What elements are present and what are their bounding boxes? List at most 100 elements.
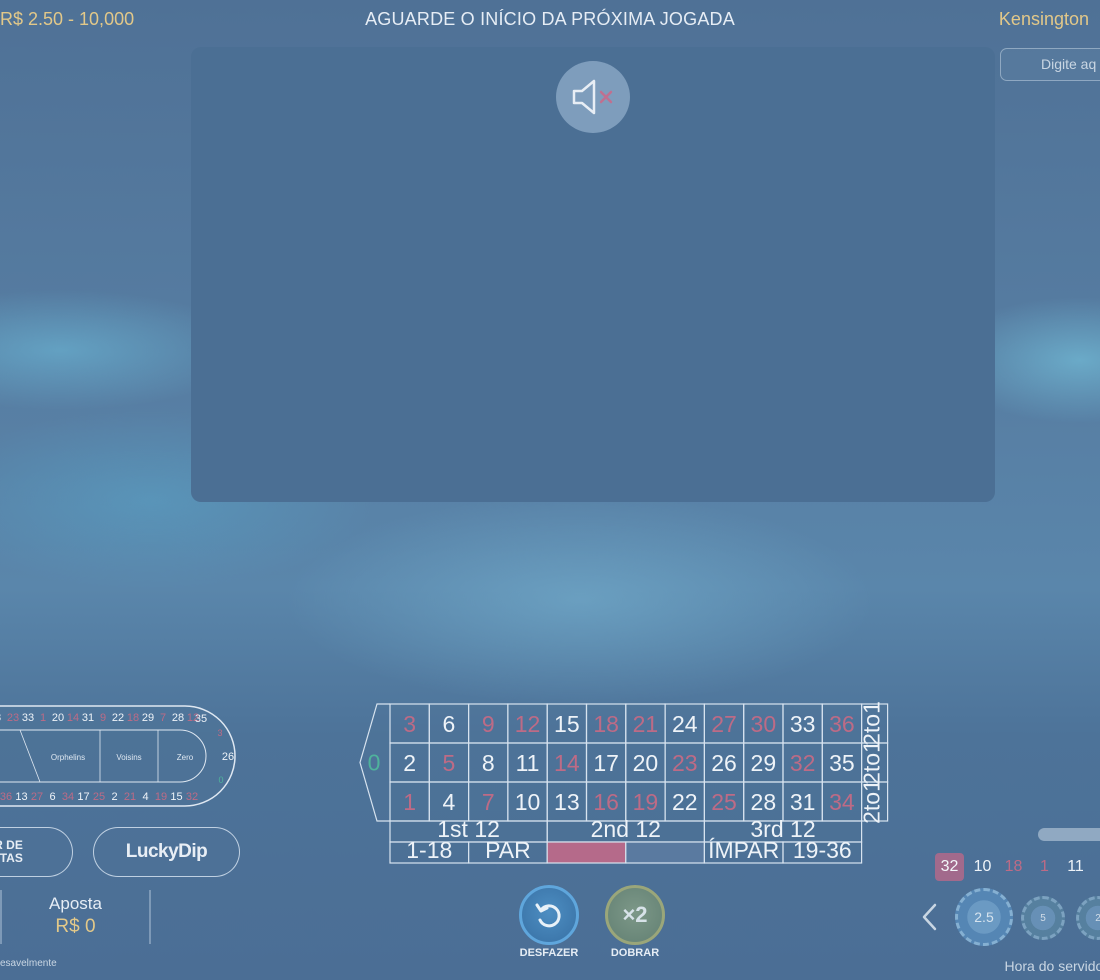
table-number[interactable]: 0: [368, 750, 381, 776]
table-number[interactable]: 2: [403, 750, 416, 776]
table-number[interactable]: 5: [443, 750, 456, 776]
table-number[interactable]: 15: [554, 711, 580, 737]
table-number[interactable]: 34: [829, 789, 855, 815]
table-number[interactable]: 36: [829, 711, 855, 737]
racetrack-number[interactable]: 0: [218, 775, 223, 785]
chip-5[interactable]: 5: [1021, 896, 1065, 940]
racetrack-number[interactable]: 18: [127, 712, 139, 724]
table-number[interactable]: 9: [482, 711, 495, 737]
racetrack-number[interactable]: 22: [112, 712, 124, 724]
racetrack-number[interactable]: 31: [82, 712, 94, 724]
table-number[interactable]: 23: [672, 750, 698, 776]
racetrack-number[interactable]: 14: [67, 712, 79, 724]
column-bet-label[interactable]: 2to1: [859, 740, 885, 785]
table-number[interactable]: 16: [593, 789, 619, 815]
table-number[interactable]: 4: [443, 789, 456, 815]
racetrack-section[interactable]: Zero: [177, 753, 194, 762]
table-number[interactable]: 13: [554, 789, 580, 815]
racetrack-number[interactable]: 28: [172, 712, 184, 724]
race-button[interactable]: DOR DE TAS: [0, 827, 73, 877]
table-number[interactable]: 10: [515, 789, 541, 815]
racetrack-number[interactable]: 35: [195, 713, 207, 725]
table-number[interactable]: 1: [403, 789, 416, 815]
mute-button[interactable]: [556, 61, 630, 133]
luckydip-button[interactable]: LuckyDip: [93, 827, 240, 877]
racetrack-number[interactable]: 3: [217, 728, 222, 738]
racetrack-number[interactable]: 34: [62, 791, 74, 803]
racetrack-number[interactable]: 15: [170, 791, 182, 803]
table-number[interactable]: 26: [711, 750, 737, 776]
racetrack-section[interactable]: Voisins: [116, 753, 141, 762]
table-number[interactable]: 29: [751, 750, 777, 776]
racetrack-number[interactable]: 27: [31, 791, 43, 803]
racetrack-number[interactable]: 6: [49, 791, 55, 803]
table-number[interactable]: 33: [790, 711, 816, 737]
racetrack-number[interactable]: 8: [0, 712, 1, 724]
column-bet-label[interactable]: 2to1: [859, 702, 885, 746]
table-number[interactable]: 28: [751, 789, 777, 815]
table-number[interactable]: 17: [593, 750, 619, 776]
racetrack-number[interactable]: 2: [111, 791, 117, 803]
black-bet-cell[interactable]: [625, 841, 705, 864]
undo-button[interactable]: [519, 885, 579, 945]
responsible-gaming-note[interactable]: esavelmente: [0, 958, 57, 969]
table-number[interactable]: 31: [790, 789, 816, 815]
table-number[interactable]: 21: [633, 711, 659, 737]
table-number[interactable]: 35: [829, 750, 855, 776]
dozen-label[interactable]: 2nd 12: [591, 816, 661, 842]
table-number[interactable]: 25: [711, 789, 737, 815]
racetrack-number[interactable]: 25: [93, 791, 105, 803]
table-name: Kensington: [998, 9, 1089, 29]
racetrack-number[interactable]: 26: [222, 751, 234, 763]
red-bet-cell[interactable]: [546, 841, 627, 864]
table-number[interactable]: 20: [633, 750, 659, 776]
table-number[interactable]: 11: [516, 750, 540, 776]
racetrack-number[interactable]: 32: [186, 791, 198, 803]
racetrack-number[interactable]: 9: [100, 712, 106, 724]
table-number[interactable]: 30: [751, 711, 777, 737]
outside-bet-label[interactable]: PAR: [485, 837, 531, 863]
double-button[interactable]: ×2: [605, 885, 665, 945]
outside-bet-label[interactable]: ÍMPAR: [708, 837, 779, 863]
racetrack-section[interactable]: Orphelins: [51, 753, 85, 762]
table-number[interactable]: 8: [482, 750, 495, 776]
history-result: 10: [973, 858, 992, 875]
chevron-left-icon[interactable]: [918, 902, 942, 932]
racetrack-number[interactable]: 33: [22, 712, 34, 724]
outside-bet-label[interactable]: 19-36: [793, 837, 852, 863]
racetrack-number[interactable]: 23: [7, 712, 19, 724]
racetrack-number[interactable]: 17: [77, 791, 89, 803]
table-number[interactable]: 7: [482, 789, 495, 815]
server-time: Hora do servidor: [1004, 958, 1100, 974]
table-number[interactable]: 19: [633, 789, 659, 815]
table-number[interactable]: 6: [443, 711, 456, 737]
racetrack-number[interactable]: 1: [40, 712, 46, 724]
betting-table[interactable]: 03 6 9 12 15 18 21 24 27 30 33 362 5 8 11 14 17 20 23 26 29 3…: [352, 702, 897, 870]
chat-input[interactable]: Digite aq: [1000, 48, 1100, 81]
table-number[interactable]: 22: [672, 789, 698, 815]
racetrack[interactable]: 823331201431922182972812 361327634172522…: [0, 705, 240, 808]
racetrack-number[interactable]: 21: [124, 791, 136, 803]
chip-2-5[interactable]: 2.5: [955, 888, 1013, 946]
history-scrollbar[interactable]: [1038, 828, 1100, 841]
racetrack-number[interactable]: 20: [52, 712, 64, 724]
table-number[interactable]: 12: [515, 711, 541, 737]
racetrack-number[interactable]: 7: [160, 712, 166, 724]
undo-icon: [535, 903, 561, 928]
racetrack-number[interactable]: 4: [142, 791, 148, 803]
racetrack-number[interactable]: 29: [142, 712, 154, 724]
table-number[interactable]: 27: [711, 711, 737, 737]
chip-next[interactable]: 2: [1076, 896, 1100, 940]
luckydip-button-label: LuckyDip: [125, 841, 208, 862]
racetrack-number[interactable]: 19: [155, 791, 167, 803]
table-number[interactable]: 18: [593, 711, 619, 737]
column-bet-label[interactable]: 2to1: [859, 779, 885, 824]
table-number[interactable]: 14: [554, 750, 580, 776]
table-number[interactable]: 24: [672, 711, 698, 737]
outside-bet-label[interactable]: 1-18: [406, 837, 452, 863]
table-number[interactable]: 3: [403, 711, 416, 737]
racetrack-number[interactable]: 13: [15, 791, 27, 803]
table-number[interactable]: 32: [790, 750, 816, 776]
bet-label: Aposta: [49, 894, 102, 913]
racetrack-number[interactable]: 36: [0, 791, 12, 803]
